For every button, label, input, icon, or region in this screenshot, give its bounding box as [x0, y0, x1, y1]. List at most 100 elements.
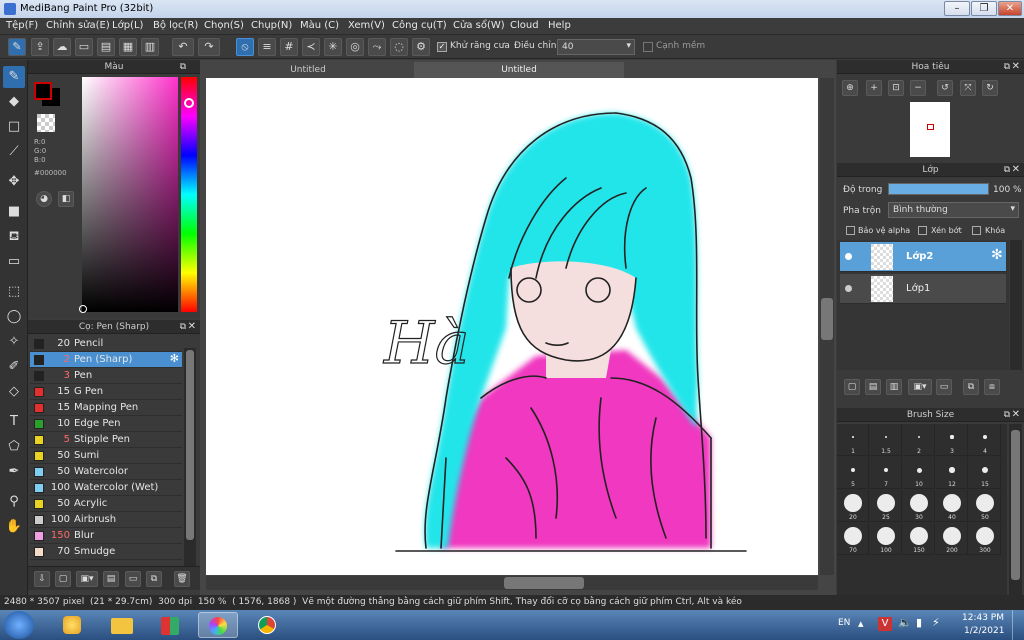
menu-capture[interactable]: Chụp(N)	[251, 20, 292, 31]
zoom-fit-icon[interactable]: ⊕	[842, 80, 858, 96]
opacity-slider[interactable]	[888, 183, 989, 195]
network-icon[interactable]: ▮	[916, 616, 922, 629]
snap-ellipse-icon[interactable]: ◌	[390, 38, 408, 56]
rotate-left-icon[interactable]: ↺	[937, 80, 953, 96]
navigator-viewport[interactable]	[927, 124, 934, 130]
brush-size-cell[interactable]: 25	[870, 490, 902, 522]
eraser-tool-icon[interactable]: ◆	[3, 91, 25, 113]
language-indicator[interactable]: EN	[838, 618, 850, 628]
vertical-scroll-thumb[interactable]	[821, 298, 833, 340]
redo-button[interactable]: ↷	[198, 38, 220, 56]
merge-layer-icon[interactable]: ⧈	[984, 379, 1000, 395]
start-button[interactable]	[4, 611, 34, 639]
close-icon[interactable]: ✕	[1012, 163, 1020, 177]
hand-tool-icon[interactable]: ✋	[3, 516, 25, 538]
brush-size-cell[interactable]: 200	[936, 523, 968, 555]
brush-item[interactable]: 150 Blur	[30, 528, 182, 544]
brush-size-cell[interactable]: 5	[837, 457, 869, 489]
menu-help[interactable]: Help	[548, 20, 571, 31]
close-button[interactable]: ✕	[998, 1, 1022, 16]
brush-item[interactable]: 15 Mapping Pen	[30, 400, 182, 416]
blend-mode-select[interactable]: Bình thường ▾	[888, 202, 1019, 218]
fit-window-icon[interactable]: ⤧	[960, 80, 976, 96]
transparent-swatch[interactable]	[37, 114, 55, 132]
rotate-right-icon[interactable]: ↻	[982, 80, 998, 96]
brush-settings-icon[interactable]: ✻	[170, 352, 179, 365]
new-brush-icon[interactable]: ▢	[55, 571, 71, 587]
horizontal-scroll-thumb[interactable]	[504, 577, 584, 589]
brush-size-cell[interactable]: 3	[936, 424, 968, 456]
brush-size-cell[interactable]: 12	[936, 457, 968, 489]
sv-cursor[interactable]	[79, 305, 87, 313]
add-layer-menu-icon[interactable]: ▣▾	[908, 379, 932, 395]
brush-tool-icon[interactable]: ✎	[3, 66, 25, 88]
paint-app-icon[interactable]	[52, 612, 92, 638]
menu-select[interactable]: Chọn(S)	[204, 20, 244, 31]
panel-icon[interactable]: ▤	[97, 38, 115, 56]
download-brush-icon[interactable]: ⇩	[34, 571, 50, 587]
line-tool-icon[interactable]: ⟋	[3, 141, 25, 163]
float-icon[interactable]: ⧉	[180, 320, 186, 334]
menu-tools[interactable]: Công cụ(T)	[392, 20, 447, 31]
alpha-lock-checkbox[interactable]	[846, 226, 855, 235]
visibility-icon[interactable]	[845, 285, 852, 292]
tray-chevron-icon[interactable]: ▴	[858, 617, 864, 630]
brush-size-cell[interactable]: 15	[969, 457, 1001, 489]
pinned-app-icon[interactable]	[150, 612, 190, 638]
brush-item[interactable]: 100 Airbrush	[30, 512, 182, 528]
saturation-value-picker[interactable]	[82, 77, 178, 312]
select-tool-icon[interactable]: ⬚	[3, 281, 25, 303]
blur-tool-icon[interactable]: ✒	[3, 461, 25, 483]
fill-rect-tool-icon[interactable]: ■	[3, 201, 25, 223]
float-icon[interactable]: ⧉	[1004, 60, 1010, 74]
select-eraser-icon[interactable]: ◇	[3, 381, 25, 403]
brush-item[interactable]: 50 Watercolor	[30, 464, 182, 480]
canvas-vertical-scrollbar[interactable]	[820, 78, 834, 575]
float-icon[interactable]: ⧉	[1004, 163, 1010, 177]
antivirus-tray-icon[interactable]: V	[878, 617, 892, 631]
brush-item[interactable]: 15 G Pen	[30, 384, 182, 400]
lock-checkbox[interactable]	[972, 226, 981, 235]
brush-item[interactable]: 3 Pen	[30, 368, 182, 384]
brush-item[interactable]: 10 Edge Pen	[30, 416, 182, 432]
float-icon[interactable]: ⧉	[1004, 408, 1010, 422]
bucket-tool-icon[interactable]: ⛾	[3, 226, 25, 248]
canvas-horizontal-scrollbar[interactable]	[206, 576, 818, 590]
lasso-tool-icon[interactable]: ◯	[3, 306, 25, 328]
menu-filter[interactable]: Bộ lọc(R)	[153, 20, 198, 31]
brush-size-cell[interactable]: 4	[969, 424, 1001, 456]
brush-item[interactable]: 100 Watercolor (Wet)	[30, 480, 182, 496]
brush-size-cell[interactable]: 300	[969, 523, 1001, 555]
brush-size-scroll-thumb[interactable]	[1011, 430, 1020, 580]
visibility-icon[interactable]	[845, 253, 852, 260]
brush-item[interactable]: 2 Pen (Sharp) ✻	[30, 352, 182, 368]
speech-icon[interactable]: ☁	[53, 38, 71, 56]
snap-parallel-icon[interactable]: ≡	[258, 38, 276, 56]
tab-untitled-2[interactable]: Untitled	[414, 62, 624, 78]
menu-cloud[interactable]: Cloud	[510, 20, 539, 31]
move-tool-icon[interactable]: ✥	[3, 171, 25, 193]
maximize-button[interactable]: ❐	[971, 1, 997, 16]
drawing-canvas[interactable]: Hà	[206, 78, 818, 575]
menu-color[interactable]: Màu (C)	[300, 20, 339, 31]
add-brush-menu-icon[interactable]: ▣▾	[76, 571, 98, 587]
duplicate-layer-icon[interactable]: ⧉	[963, 379, 979, 395]
eyedropper-icon[interactable]: ⚲	[3, 491, 25, 513]
tab-untitled-1[interactable]: Untitled	[228, 62, 388, 78]
palette-icon[interactable]: ◕	[36, 191, 52, 207]
hue-cursor[interactable]	[184, 98, 194, 108]
antialias-checkbox[interactable]: ✓	[437, 42, 447, 52]
brush-item[interactable]: 20 Pencil	[30, 336, 182, 352]
undo-button[interactable]: ↶	[172, 38, 194, 56]
panel2-icon[interactable]: ▦	[119, 38, 137, 56]
layer-settings-icon[interactable]: ✻	[991, 247, 1003, 263]
brush-item[interactable]: 50 Acrylic	[30, 496, 182, 512]
brush-item[interactable]: 70 Smudge	[30, 544, 182, 560]
delete-brush-icon[interactable]: 🗑	[174, 571, 190, 587]
new-layer-icon[interactable]: ▢	[844, 379, 860, 395]
brush-size-cell[interactable]: 30	[903, 490, 935, 522]
brush-size-cell[interactable]: 50	[969, 490, 1001, 522]
layer-scrollbar[interactable]	[1010, 240, 1022, 370]
select-pen-icon[interactable]: ✐	[3, 356, 25, 378]
adjust-select[interactable]: 40 ▾	[557, 39, 635, 55]
